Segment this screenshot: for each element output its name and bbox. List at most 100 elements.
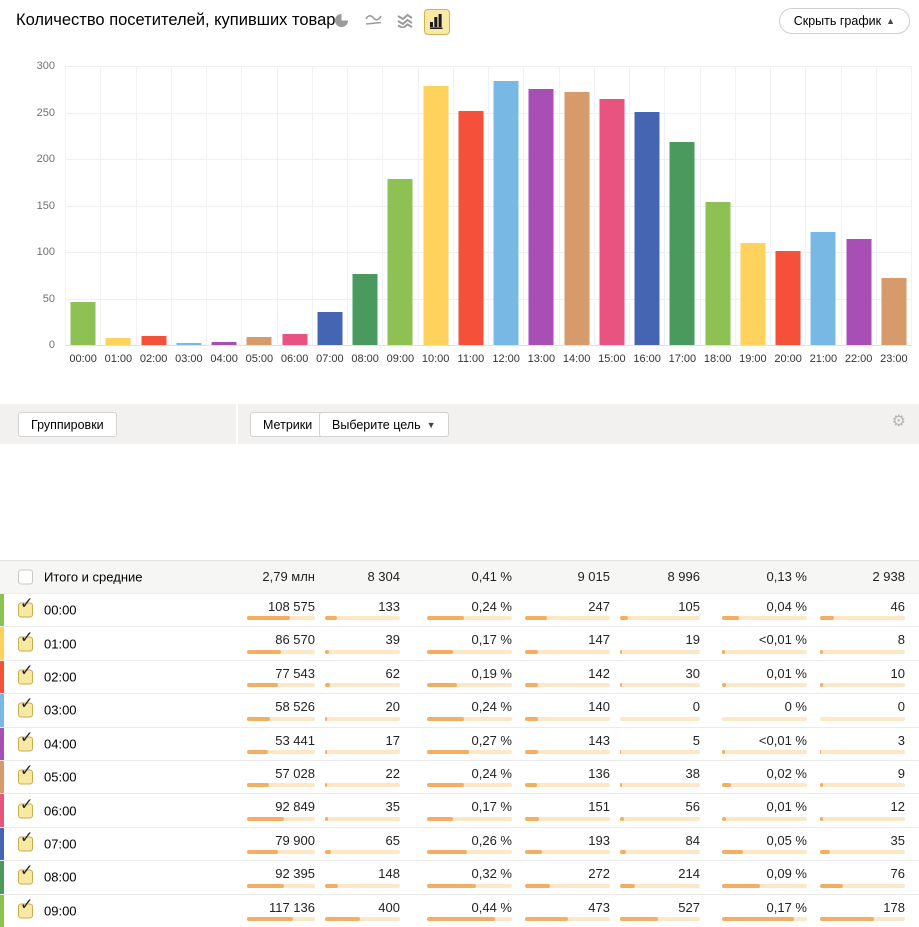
row-checkbox[interactable]: ✓	[18, 703, 33, 718]
row-checkbox[interactable]: ✓	[18, 903, 33, 918]
x-axis-tick: 15:00	[598, 353, 626, 365]
metric-cell: 151	[512, 794, 610, 826]
row-hour-label[interactable]: 08:00	[44, 870, 77, 885]
row-checkbox[interactable]: ✓	[18, 803, 33, 818]
x-axis-tick: 23:00	[880, 353, 908, 365]
settings-gear-icon[interactable]: ⚙	[892, 414, 906, 430]
value-bar-track	[722, 783, 807, 787]
bar-21:00[interactable]	[811, 232, 836, 345]
metric-value: 56	[686, 799, 700, 814]
value-bar-track	[620, 917, 700, 921]
row-hour-label[interactable]: 02:00	[44, 669, 77, 684]
bar-22:00[interactable]	[846, 239, 871, 345]
metric-value: 0,32 %	[472, 866, 512, 881]
bar-06:00[interactable]	[282, 334, 307, 345]
metric-cell: 0 %	[700, 694, 807, 726]
bar-12:00[interactable]	[494, 81, 519, 345]
row-checkbox[interactable]: ✓	[18, 836, 33, 851]
row-checkbox[interactable]: ✓	[18, 736, 33, 751]
metric-cell: 8	[807, 627, 905, 659]
bar-00:00[interactable]	[71, 302, 96, 345]
value-bar-fill	[820, 817, 823, 821]
bar-10:00[interactable]	[423, 86, 448, 345]
bar-13:00[interactable]	[529, 89, 554, 345]
bar-17:00[interactable]	[670, 142, 695, 345]
totals-checkbox[interactable]	[18, 570, 33, 585]
value-bar-fill	[427, 783, 464, 787]
row-checkbox[interactable]: ✓	[18, 669, 33, 684]
bar-08:00[interactable]	[353, 274, 378, 345]
metric-cell: 400	[315, 895, 400, 927]
value-bar-fill	[620, 817, 624, 821]
metric-cell: 22	[315, 761, 400, 793]
chart-slot: 23:00	[877, 66, 912, 345]
metric-cell: 527	[610, 895, 700, 927]
groupings-button[interactable]: Группировки	[18, 412, 117, 437]
row-hour-label[interactable]: 05:00	[44, 770, 77, 785]
value-bar-fill	[247, 717, 270, 721]
metric-cell: 0,05 %	[700, 828, 807, 860]
bar-14:00[interactable]	[564, 92, 589, 345]
value-bar-track	[820, 650, 905, 654]
bar-18:00[interactable]	[705, 202, 730, 345]
hide-chart-button[interactable]: Скрыть график ▲	[779, 8, 910, 34]
choose-goal-dropdown[interactable]: Выберите цель ▼	[319, 412, 449, 437]
value-bar-fill	[525, 917, 568, 921]
row-hour-label[interactable]: 07:00	[44, 836, 77, 851]
value-bar-track	[525, 850, 610, 854]
stacked-area-chart-type-icon	[397, 13, 413, 31]
metric-value: 86 570	[275, 632, 315, 647]
bar-01:00[interactable]	[106, 338, 131, 345]
pie-chart-type-button[interactable]	[328, 9, 354, 35]
metrics-button[interactable]: Метрики	[250, 412, 325, 437]
metric-value: 151	[588, 799, 610, 814]
value-bar-fill	[620, 750, 621, 754]
value-bar-track	[325, 884, 400, 888]
bar-19:00[interactable]	[740, 243, 765, 345]
line-chart-type-button[interactable]	[360, 9, 386, 35]
metric-cell: 53 441	[237, 728, 315, 760]
stacked-area-chart-type-button[interactable]	[392, 9, 418, 35]
row-checkbox[interactable]: ✓	[18, 636, 33, 651]
bar-09:00[interactable]	[388, 179, 413, 345]
checkmark-icon: ✓	[20, 864, 33, 880]
metric-cell: 0,24 %	[400, 694, 512, 726]
value-bar-track	[525, 683, 610, 687]
bar-15:00[interactable]	[599, 99, 624, 345]
row-checkbox[interactable]: ✓	[18, 870, 33, 885]
row-hour-label[interactable]: 09:00	[44, 903, 77, 918]
value-bar-fill	[620, 783, 622, 787]
row-hour-label[interactable]: 04:00	[44, 736, 77, 751]
metric-value: 0,17 %	[472, 632, 512, 647]
bar-20:00[interactable]	[776, 251, 801, 345]
bar-11:00[interactable]	[458, 111, 483, 345]
bar-05:00[interactable]	[247, 337, 272, 345]
row-hour-label[interactable]: 06:00	[44, 803, 77, 818]
bar-04:00[interactable]	[212, 342, 237, 345]
x-axis-tick: 21:00	[810, 353, 838, 365]
bar-07:00[interactable]	[317, 312, 342, 345]
metric-cell: 0,24 %	[400, 594, 512, 626]
totals-label: Итого и средние	[44, 570, 142, 585]
metric-value: 0,01 %	[767, 666, 807, 681]
row-checkbox[interactable]: ✓	[18, 770, 33, 785]
row-checkbox[interactable]: ✓	[18, 603, 33, 618]
metrics-label: Метрики	[263, 418, 312, 432]
analytics-report-page: Количество посетителей, купивших товар С…	[0, 0, 919, 927]
totals-row: Итого и средние 2,79 млн 8 304 0,41 % 9 …	[0, 560, 919, 593]
metric-cell: 214	[610, 861, 700, 893]
metric-cell: 8 996	[610, 561, 700, 593]
row-hour-label[interactable]: 03:00	[44, 703, 77, 718]
row-hour-label[interactable]: 00:00	[44, 603, 77, 618]
bar-02:00[interactable]	[141, 336, 166, 345]
value-bar-fill	[525, 884, 550, 888]
bar-03:00[interactable]	[176, 343, 201, 345]
metric-value: 0,24 %	[472, 599, 512, 614]
value-bar-track	[525, 616, 610, 620]
bar-23:00[interactable]	[881, 278, 906, 345]
bar-16:00[interactable]	[635, 112, 660, 345]
hide-chart-label: Скрыть график	[794, 14, 881, 28]
row-hour-label[interactable]: 01:00	[44, 636, 77, 651]
value-bar-track	[325, 917, 400, 921]
bar-chart-type-button[interactable]	[424, 9, 450, 35]
